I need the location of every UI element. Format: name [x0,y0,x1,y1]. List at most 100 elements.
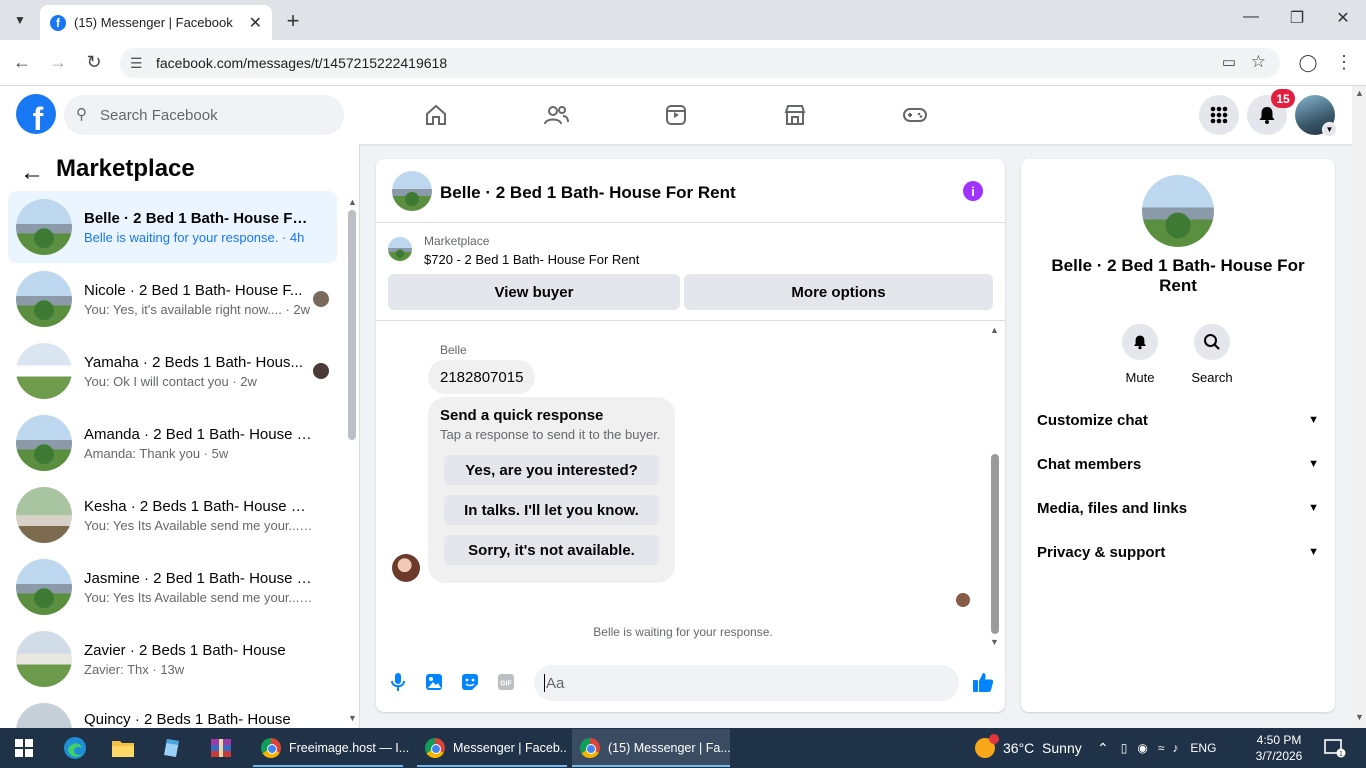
like-thumbs-up-icon[interactable] [972,671,994,693]
quick-response-in-talks-button[interactable]: In talks. I'll let you know. [444,495,659,525]
close-window-icon[interactable]: ✕ [1328,8,1358,28]
info-icon[interactable]: i [963,181,983,201]
scroll-down-icon[interactable]: ▼ [348,713,357,723]
listing-title[interactable]: $720 - 2 Bed 1 Bath- House For Rent [424,252,639,267]
microphone-icon[interactable] [387,671,409,693]
tab-search-chevron-icon[interactable]: ▼ [8,8,32,32]
scroll-up-icon[interactable]: ▲ [990,325,999,335]
taskbar-clock[interactable]: 4:50 PM 3/7/2026 [1249,732,1309,764]
camera-icon[interactable]: ◉ [1137,741,1147,755]
wifi-icon[interactable]: ≈ [1158,741,1165,755]
conversation-list-scrollbar[interactable] [348,210,356,440]
friends-icon[interactable] [536,100,576,130]
taskbar-chrome-messenger-active[interactable]: (15) Messenger | Fa... [572,729,730,767]
install-app-icon[interactable]: ▭ [1222,53,1236,71]
volume-icon[interactable]: ♪ [1172,741,1178,755]
taskbar-underline [417,765,567,767]
tray-chevron-up-icon[interactable]: ⌃ [1097,740,1109,757]
scroll-up-icon[interactable]: ▲ [1355,88,1364,98]
notepad-app-icon[interactable] [159,736,185,760]
weather-widget[interactable]: 36°C Sunny [975,728,1082,768]
taskbar-app-label: Messenger | Faceb... [453,741,567,755]
privacy-support-row[interactable]: Privacy & support ▼ [1037,532,1319,572]
browser-menu-icon[interactable]: ⋮ [1333,52,1355,73]
winrar-app-icon[interactable] [208,736,234,760]
message-composer: GIF Aa ☺ [376,661,1005,707]
message-input[interactable]: Aa ☺ [534,665,959,701]
back-arrow-icon[interactable]: ← [20,159,44,187]
language-indicator[interactable]: ENG [1190,741,1216,755]
account-avatar[interactable]: ▼ [1295,95,1337,137]
search-in-conversation-button[interactable]: Search [1182,324,1242,385]
account-chevron-down-icon[interactable]: ▼ [1322,122,1337,137]
gaming-icon[interactable] [895,100,935,130]
battery-icon[interactable]: ▯ [1121,741,1128,755]
taskbar-underline [253,765,403,767]
scroll-down-icon[interactable]: ▼ [1355,712,1364,722]
more-options-button[interactable]: More options [684,274,993,310]
new-tab-button[interactable]: + [283,8,303,34]
view-buyer-button[interactable]: View buyer [388,274,680,310]
browser-tab-messenger[interactable]: f (15) Messenger | Facebook ✕ [40,5,272,40]
reload-icon[interactable]: ↻ [83,52,105,73]
forward-arrow-icon[interactable]: → [47,52,69,73]
windows-start-icon[interactable] [11,736,37,760]
contact-avatar[interactable] [1142,175,1214,247]
sticker-icon[interactable] [459,671,481,693]
customize-chat-row[interactable]: Customize chat ▼ [1037,400,1319,440]
chat-title[interactable]: Belle · 2 Bed 1 Bath- House For Rent [440,183,736,203]
maximize-icon[interactable]: ❐ [1282,8,1312,28]
conversation-item[interactable]: Yamaha · 2 Beds 1 Bath- Hous... You: Ok … [8,335,337,407]
quick-response-title: Send a quick response [440,407,604,424]
listing-thumbnail [16,559,72,615]
seen-avatar [313,291,329,307]
conversation-item[interactable]: Jasmine · 2 Bed 1 Bath- House F... You: … [8,551,337,623]
photo-icon[interactable] [423,671,445,693]
conversation-name: Jasmine · 2 Bed 1 Bath- House F... [84,569,314,587]
quick-response-not-available-button[interactable]: Sorry, it's not available. [444,535,659,565]
taskbar-chrome-freeimage[interactable]: Freeimage.host — I... [253,729,411,767]
marketplace-icon[interactable] [775,100,815,130]
video-icon[interactable] [656,100,696,130]
conversation-item[interactable]: Belle · 2 Bed 1 Bath- House For ... Bell… [8,191,337,263]
conversation-item[interactable]: Amanda · 2 Bed 1 Bath- House F... Amanda… [8,407,337,479]
facebook-logo[interactable]: f [16,94,56,134]
home-icon[interactable] [416,100,456,130]
taskbar-chrome-messenger[interactable]: Messenger | Faceb... [417,729,567,767]
conversation-item[interactable]: Zavier · 2 Beds 1 Bath- House Zavier: Th… [8,623,337,695]
minimize-icon[interactable]: — [1236,8,1266,26]
conversation-name: Amanda · 2 Bed 1 Bath- House F... [84,425,314,443]
site-settings-icon[interactable]: ☰ [130,55,143,72]
page-scrollbar[interactable]: ▲ ▼ [1352,86,1366,728]
file-explorer-icon[interactable] [110,736,136,760]
scroll-up-icon[interactable]: ▲ [348,197,357,207]
message-bubble[interactable]: 2182807015 [428,360,536,394]
bookmark-star-icon[interactable]: ☆ [1251,52,1266,72]
notification-center-icon[interactable]: 1 [1322,736,1348,760]
conversation-item[interactable]: Kesha · 2 Beds 1 Bath- House Fo... You: … [8,479,337,551]
menu-grid-icon[interactable] [1199,95,1239,135]
chat-scrollbar[interactable] [991,454,999,634]
mute-button[interactable]: Mute [1110,324,1170,385]
conversation-item[interactable]: Quincy · 2 Beds 1 Bath- House [8,695,337,728]
sender-name: Belle [440,343,467,357]
url-field[interactable]: ☰ facebook.com/messages/t/14572152224196… [120,48,1280,78]
facebook-search-input[interactable]: ⚲ Search Facebook [64,95,344,135]
gif-icon[interactable]: GIF [495,671,517,693]
marketplace-title: Marketplace [56,155,195,182]
mute-label: Mute [1125,370,1155,385]
profile-icon[interactable]: ◯ [1297,53,1319,73]
system-tray: ⌃ ▯ ◉ ≈ ♪ ENG [1097,728,1216,768]
scroll-down-icon[interactable]: ▼ [990,637,999,647]
back-arrow-icon[interactable]: ← [11,52,33,73]
chat-avatar[interactable] [392,171,432,211]
row-label: Privacy & support [1037,543,1166,561]
close-tab-icon[interactable]: ✕ [249,13,262,33]
edge-browser-icon[interactable] [62,736,88,760]
search-label: Search [1191,370,1233,385]
quick-response-yes-button[interactable]: Yes, are you interested? [444,455,659,485]
conversation-item[interactable]: Nicole · 2 Bed 1 Bath- House F... You: Y… [8,263,337,335]
media-files-links-row[interactable]: Media, files and links ▼ [1037,488,1319,528]
chat-members-row[interactable]: Chat members ▼ [1037,444,1319,484]
sun-icon [975,734,999,758]
